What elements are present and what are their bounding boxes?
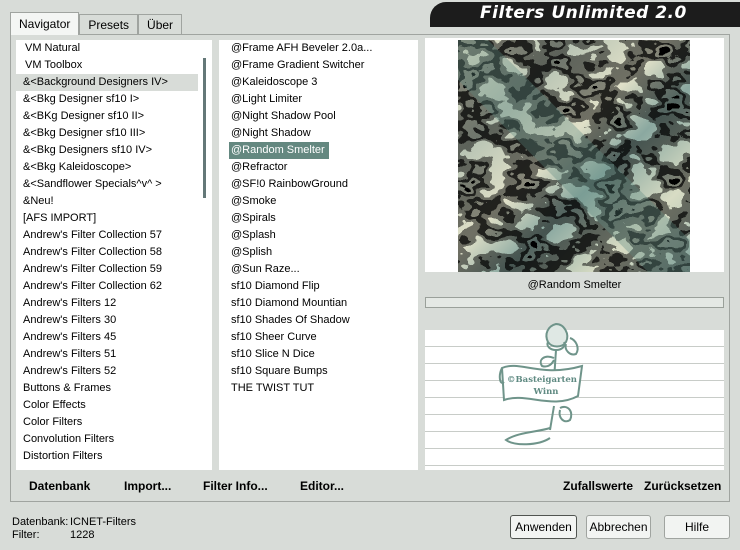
filter-item[interactable]: @Light Limiter <box>219 91 418 108</box>
filter-item[interactable]: sf10 Diamond Flip <box>219 278 418 295</box>
category-item[interactable]: VM Natural <box>16 40 212 57</box>
category-scrollbar[interactable] <box>198 40 212 470</box>
category-item[interactable]: &<Background Designers IV> <box>16 74 212 91</box>
filter-item[interactable]: sf10 Diamond Mountian <box>219 295 418 312</box>
category-item[interactable]: Distortion Filters <box>16 448 212 465</box>
tab-bar: Navigator Presets Über <box>10 12 183 35</box>
parameter-slider-track[interactable] <box>425 297 724 308</box>
category-item[interactable]: Buttons & Frames <box>16 380 212 397</box>
filter-item[interactable]: @Frame Gradient Switcher <box>219 57 418 74</box>
logo-text-line1: ©Basteigarten <box>507 375 577 385</box>
tab-navigator[interactable]: Navigator <box>10 12 80 35</box>
help-button[interactable]: Hilfe <box>664 515 730 539</box>
category-item[interactable]: &Neu! <box>16 193 212 210</box>
filter-item[interactable]: @SF!0 RainbowGround <box>219 176 418 193</box>
category-item[interactable]: &<Bkg Designer sf10 III> <box>16 125 212 142</box>
filter-item[interactable]: @Splash <box>219 227 418 244</box>
category-item[interactable]: [AFS IMPORT] <box>16 210 212 227</box>
category-list[interactable]: VM Natural VM Toolbox &<Background Designe… <box>16 40 212 470</box>
cancel-button[interactable]: Abbrechen <box>586 515 651 539</box>
category-scroll-thumb[interactable] <box>203 58 206 198</box>
tab-presets[interactable]: Presets <box>79 14 139 35</box>
category-item[interactable]: Andrew's Filter Collection 57 <box>16 227 212 244</box>
editor-button[interactable]: Editor... <box>300 479 344 493</box>
category-item[interactable]: Andrew's Filters 30 <box>16 312 212 329</box>
preview-filter-name: @Random Smelter <box>425 274 724 296</box>
filter-item[interactable]: @Random Smelter <box>219 142 418 159</box>
filter-item[interactable]: @Smoke <box>219 193 418 210</box>
category-item[interactable]: &<Bkg Designer sf10 I> <box>16 91 212 108</box>
filter-item[interactable]: sf10 Sheer Curve <box>219 329 418 346</box>
app-title: Filters Unlimited 2.0 <box>480 3 687 23</box>
import-button[interactable]: Import... <box>124 479 171 493</box>
filter-item[interactable]: sf10 Slice N Dice <box>219 346 418 363</box>
category-item[interactable]: Andrew's Filters 45 <box>16 329 212 346</box>
filter-item[interactable]: @Night Shadow Pool <box>219 108 418 125</box>
category-item[interactable]: &<Sandflower Specials^v^ > <box>16 176 212 193</box>
category-item[interactable]: &<BKg Designer sf10 II> <box>16 108 212 125</box>
filter-item[interactable]: @Sun Raze... <box>219 261 418 278</box>
filter-count-value: 1228 <box>70 529 95 541</box>
filter-item-selected-label: @Random Smelter <box>229 142 329 159</box>
database-button[interactable]: Datenbank <box>29 479 90 493</box>
category-item[interactable]: Color Effects <box>16 397 212 414</box>
filter-item[interactable]: @Frame AFH Beveler 2.0a... <box>219 40 418 57</box>
texture-preview <box>458 40 690 272</box>
category-item[interactable]: VM Toolbox <box>16 57 212 74</box>
filter-item[interactable]: @Splish <box>219 244 418 261</box>
tab-about[interactable]: Über <box>138 14 183 35</box>
logo-text-line2: Winn <box>533 387 559 397</box>
apply-button[interactable]: Anwenden <box>510 515 577 539</box>
filter-item[interactable]: @Spirals <box>219 210 418 227</box>
title-banner: Filters Unlimited 2.0 <box>430 2 740 27</box>
watermark-logo: ©Basteigarten Winn <box>498 320 588 452</box>
category-item[interactable]: Andrew's Filter Collection 59 <box>16 261 212 278</box>
preview-image <box>458 40 690 272</box>
filter-item[interactable]: THE TWIST TUT <box>219 380 418 397</box>
category-item[interactable]: Andrew's Filter Collection 62 <box>16 278 212 295</box>
reset-button[interactable]: Zurücksetzen <box>644 479 721 493</box>
category-item[interactable]: Color Filters <box>16 414 212 431</box>
filter-info-button[interactable]: Filter Info... <box>203 479 268 493</box>
category-item[interactable]: Andrew's Filter Collection 58 <box>16 244 212 261</box>
category-item[interactable]: Andrew's Filters 12 <box>16 295 212 312</box>
category-item[interactable]: &<Bkg Designers sf10 IV> <box>16 142 212 159</box>
flower-logo-icon: ©Basteigarten Winn <box>498 322 584 446</box>
filter-item[interactable]: sf10 Shades Of Shadow <box>219 312 418 329</box>
status-area: Datenbank: ICNET-Filters Filter: 1228 <box>12 516 136 542</box>
category-item[interactable]: Andrew's Filters 51 <box>16 346 212 363</box>
filter-count-label: Filter: <box>12 529 40 541</box>
category-item[interactable]: Convolution Filters <box>16 431 212 448</box>
random-values-button[interactable]: Zufallswerte <box>563 479 633 493</box>
filter-list[interactable]: @Frame AFH Beveler 2.0a... @Frame Gradien… <box>219 40 418 470</box>
category-item[interactable]: &<Bkg Kaleidoscope> <box>16 159 212 176</box>
db-value: ICNET-Filters <box>70 516 136 528</box>
db-label: Datenbank: <box>12 516 69 528</box>
filter-item[interactable]: @Night Shadow <box>219 125 418 142</box>
filter-item[interactable]: @Refractor <box>219 159 418 176</box>
category-item[interactable]: Andrew's Filters 52 <box>16 363 212 380</box>
filter-item[interactable]: @Kaleidoscope 3 <box>219 74 418 91</box>
filter-item[interactable]: sf10 Square Bumps <box>219 363 418 380</box>
